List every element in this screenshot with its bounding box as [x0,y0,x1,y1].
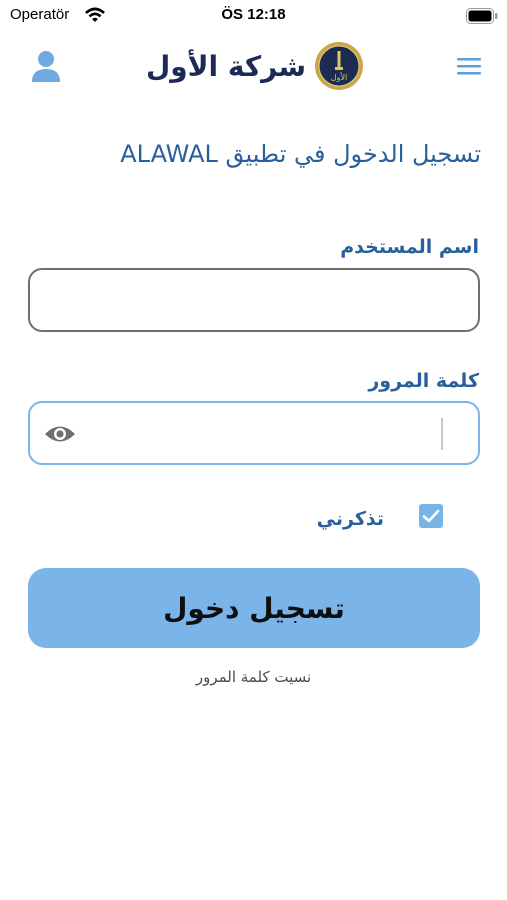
username-field-container[interactable] [28,268,480,332]
forgot-password-link[interactable]: نسيت كلمة المرور [0,668,507,686]
logo-text: الأول [331,72,347,82]
password-label: كلمة المرور [368,370,479,392]
username-label: اسم المستخدم [340,236,479,258]
brand: الأول شركة الأول [140,38,370,94]
company-logo-icon: الأول [315,42,364,90]
status-bar: Operatör ÖS 12:18 [0,0,507,32]
brand-name: شركة الأول [145,49,307,83]
password-field-container[interactable] [28,401,480,465]
remember-label[interactable]: تذكرني [317,508,384,530]
battery-icon [466,8,498,24]
user-icon[interactable] [30,50,62,84]
page-title: تسجيل الدخول في تطبيق ALAWAL [120,140,481,168]
login-button[interactable]: تسجيل دخول [28,568,480,648]
clock: ÖS 12:18 [221,6,286,23]
remember-checkbox[interactable] [419,504,443,528]
app-header: الأول شركة الأول [0,32,507,100]
hamburger-menu-icon[interactable] [455,54,483,78]
username-input[interactable] [42,278,442,322]
checkmark-icon [422,509,440,523]
text-caret [441,418,443,450]
password-input[interactable] [42,411,442,455]
